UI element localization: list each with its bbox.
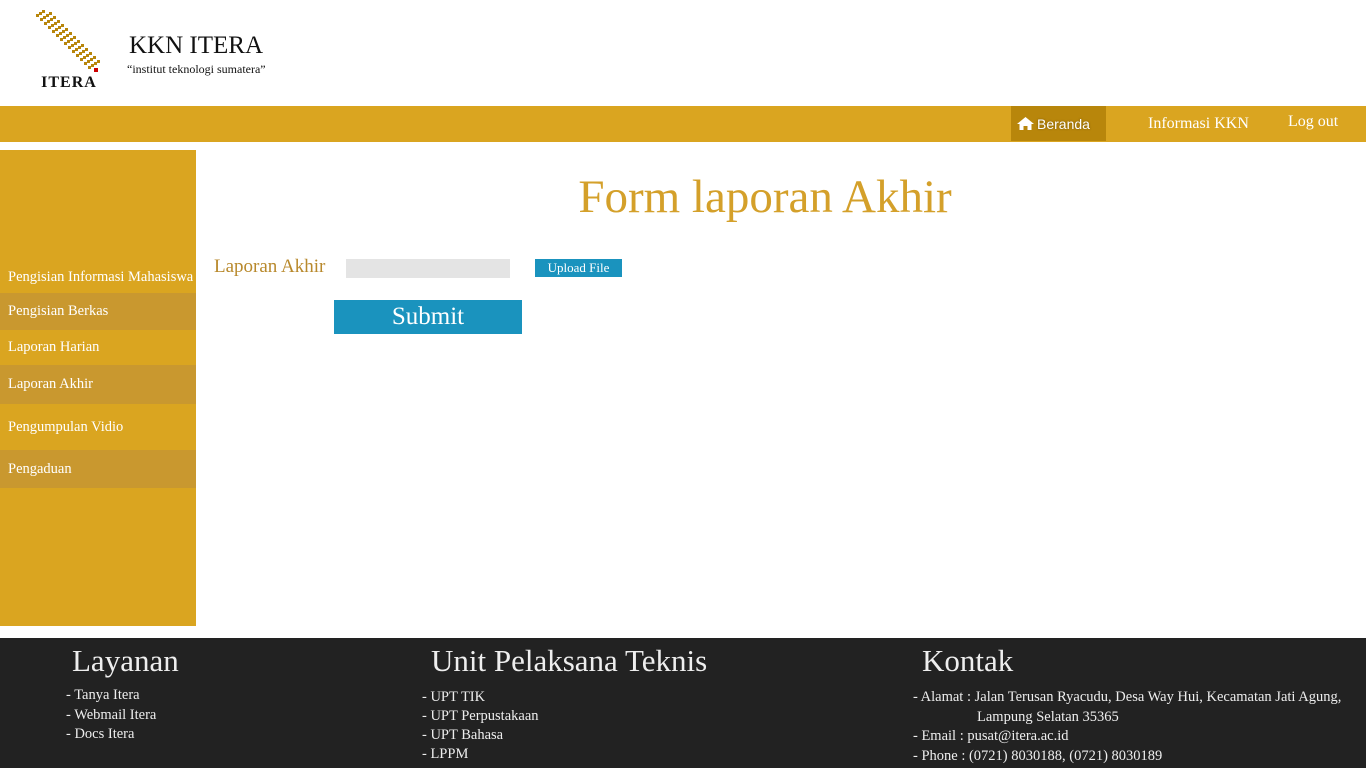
footer-heading-kontak: Kontak [922,643,1014,678]
upload-file-button[interactable]: Upload File [535,259,622,277]
nav-logout[interactable]: Log out [1288,113,1338,131]
laporan-akhir-label: Laporan Akhir [214,256,326,277]
site-header: ITERA KKN ITERA “institut teknologi suma… [0,0,1366,106]
upt-list: - UPT TIK - UPT Perpustakaan - UPT Bahas… [422,688,539,764]
page-title: Form laporan Akhir [578,171,952,223]
nav-informasi-kkn[interactable]: Informasi KKN [1148,115,1249,133]
sidebar-item-berkas[interactable]: Pengisian Berkas [0,293,196,330]
kontak-address: - Alamat : Jalan Terusan Ryacudu, Desa W… [913,689,1342,705]
kontak-phone: - Phone : (0721) 8030188, (0721) 8030189 [913,747,1163,764]
sidebar-item-pengumpulan-vidio[interactable]: Pengumpulan Vidio [0,406,196,448]
itera-logo-mark [36,10,100,72]
kontak-email: - Email : pusat@itera.ac.id [913,728,1069,744]
footer-link-tanya-itera[interactable]: - Tanya Itera [66,686,156,706]
logo-text: ITERA [41,74,97,91]
footer-link-webmail[interactable]: - Webmail Itera [66,706,156,726]
kontak-list: - Alamat : Jalan Terusan Ryacudu, Desa W… [913,688,1341,766]
sidebar-item-pengaduan[interactable]: Pengaduan [0,450,196,488]
footer-link-lppm[interactable]: - LPPM [422,745,539,764]
top-navigation: Beranda Informasi KKN Log out [0,106,1366,142]
site-footer: Layanan - Tanya Itera - Webmail Itera - … [0,638,1366,768]
layanan-list: - Tanya Itera - Webmail Itera - Docs Ite… [66,686,156,745]
footer-heading-layanan: Layanan [72,643,179,678]
submit-button[interactable]: Submit [334,300,522,334]
footer-link-upt-tik[interactable]: - UPT TIK [422,688,539,707]
nav-home-label: Beranda [1037,115,1090,132]
nav-home-button[interactable]: Beranda [1011,106,1106,141]
site-title: KKN ITERA [129,32,264,59]
footer-link-upt-perpustakaan[interactable]: - UPT Perpustakaan [422,707,539,726]
sidebar: Pengisian Informasi Mahasiswa Pengisian … [0,150,196,626]
itera-logo[interactable]: ITERA [34,10,104,92]
footer-link-upt-bahasa[interactable]: - UPT Bahasa [422,726,539,745]
footer-heading-upt: Unit Pelaksana Teknis [431,643,708,678]
sidebar-item-laporan-harian[interactable]: Laporan Harian [0,330,196,365]
home-icon [1017,117,1034,130]
site-subtitle: “institut teknologi sumatera” [127,62,266,76]
kontak-address-cont: Lampung Selatan 35365 [977,708,1119,725]
file-input[interactable] [346,259,510,278]
footer-link-docs[interactable]: - Docs Itera [66,725,156,745]
sidebar-item-laporan-akhir[interactable]: Laporan Akhir [0,365,196,404]
sidebar-item-informasi-mahasiswa[interactable]: Pengisian Informasi Mahasiswa [0,260,196,294]
